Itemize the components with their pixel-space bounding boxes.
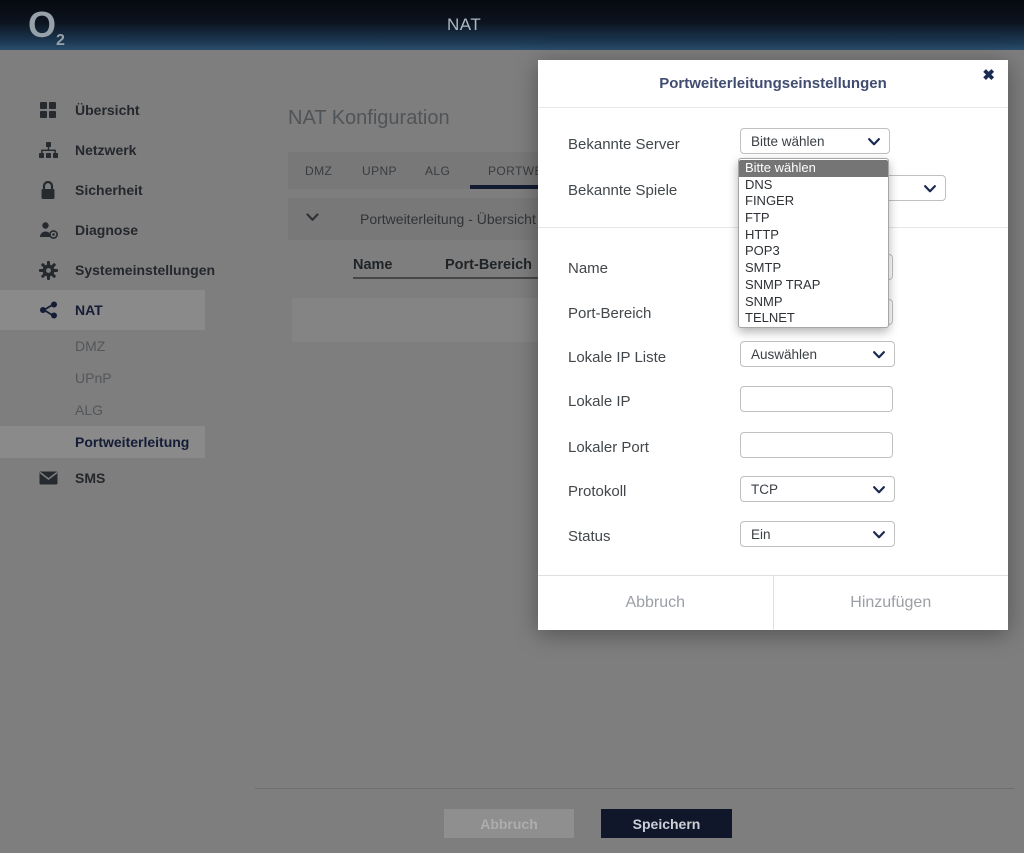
known-games-label: Bekannte Spiele <box>568 182 677 199</box>
page-title: NAT Konfiguration <box>288 107 450 130</box>
page-footer-divider <box>255 788 1014 789</box>
sidebar-item-label: Sicherheit <box>75 182 143 198</box>
port-range-label: Port-Bereich <box>568 305 651 322</box>
dropdown-option-snmp[interactable]: SNMP <box>739 294 888 311</box>
local-ip-list-select[interactable]: Auswählen <box>740 341 895 367</box>
local-ip-input[interactable] <box>740 386 893 412</box>
status-select[interactable]: Ein <box>740 521 895 547</box>
sidebar-subitem-dmz[interactable]: DMZ <box>0 330 205 362</box>
sidebar-item-label: Netzwerk <box>75 142 136 158</box>
chevron-down-icon <box>873 531 885 539</box>
name-label: Name <box>568 260 608 277</box>
grid-icon <box>38 100 58 120</box>
table-header-port-bereich: Port-Bereich <box>445 257 532 273</box>
page-header-title: NAT <box>447 15 481 35</box>
known-server-dropdown-list: Bitte wählen DNS FINGER FTP HTTP POP3 SM… <box>738 158 889 328</box>
modal-header-divider <box>538 107 1008 108</box>
app-header: O2 NAT <box>0 0 1024 50</box>
sidebar-subitem-label: UPnP <box>75 370 112 386</box>
sidebar-subitem-upnp[interactable]: UPnP <box>0 362 205 394</box>
dropdown-option-telnet[interactable]: TELNET <box>739 310 888 327</box>
protocol-select[interactable]: TCP <box>740 476 895 502</box>
known-server-select[interactable]: Bitte wählen <box>740 128 890 154</box>
page-save-button[interactable]: Speichern <box>601 809 732 838</box>
tab-upnp[interactable]: UPNP <box>362 152 397 189</box>
local-ip-list-label: Lokale IP Liste <box>568 349 666 366</box>
known-server-label: Bekannte Server <box>568 136 680 153</box>
chevron-down-icon <box>873 351 885 359</box>
local-ip-list-value: Auswählen <box>751 347 817 362</box>
modal-footer: Abbruch Hinzufügen <box>538 575 1008 630</box>
sidebar-item-nat[interactable]: NAT <box>0 290 205 330</box>
dropdown-option-finger[interactable]: FINGER <box>739 193 888 210</box>
modal-title: Portweiterleitungseinstellungen <box>538 75 1008 92</box>
dropdown-option-ftp[interactable]: FTP <box>739 210 888 227</box>
gear-icon <box>38 260 58 280</box>
sidebar-item-systemeinstellungen[interactable]: Systemeinstellungen <box>0 250 205 290</box>
dropdown-option-pop3[interactable]: POP3 <box>739 243 888 260</box>
sidebar-item-sms[interactable]: SMS <box>0 458 205 498</box>
known-server-value: Bitte wählen <box>751 134 825 149</box>
mail-icon <box>38 468 58 488</box>
sidebar-subitem-label: Portweiterleitung <box>75 434 189 450</box>
o2-logo: O2 <box>28 2 65 64</box>
sidebar-item-label: Diagnose <box>75 222 138 238</box>
chevron-down-icon <box>868 138 880 146</box>
local-port-input[interactable] <box>740 432 893 458</box>
network-icon <box>38 140 58 160</box>
dropdown-option-http[interactable]: HTTP <box>739 227 888 244</box>
sidebar-item-uebersicht[interactable]: Übersicht <box>0 90 205 130</box>
table-header-name: Name <box>353 257 393 273</box>
accordion-title: Portweiterleitung - Übersicht ( <box>360 211 544 227</box>
chevron-down-icon <box>924 185 936 193</box>
dropdown-option-snmp-trap[interactable]: SNMP TRAP <box>739 277 888 294</box>
dropdown-option-dns[interactable]: DNS <box>739 177 888 194</box>
chevron-down-icon <box>306 213 319 222</box>
page-cancel-button[interactable]: Abbruch <box>444 809 574 838</box>
dropdown-option-bitte-waehlen[interactable]: Bitte wählen <box>739 160 888 177</box>
diagnose-icon <box>38 220 58 240</box>
chevron-down-icon <box>873 486 885 494</box>
status-value: Ein <box>751 527 771 542</box>
protocol-value: TCP <box>751 482 778 497</box>
dropdown-option-smtp[interactable]: SMTP <box>739 260 888 277</box>
sidebar-item-label: NAT <box>75 302 103 318</box>
sidebar-subitem-alg[interactable]: ALG <box>0 394 205 426</box>
modal-submit-button[interactable]: Hinzufügen <box>774 576 1009 630</box>
sidebar-item-label: Übersicht <box>75 102 140 118</box>
sidebar-item-sicherheit[interactable]: Sicherheit <box>0 170 205 210</box>
sidebar-subitem-label: DMZ <box>75 338 105 354</box>
sidebar-subitem-portweiterleitung[interactable]: Portweiterleitung <box>0 426 205 458</box>
share-icon <box>38 300 58 320</box>
sidebar-item-label: SMS <box>75 470 105 486</box>
sidebar-item-diagnose[interactable]: Diagnose <box>0 210 205 250</box>
portweiterleitung-settings-modal: Portweiterleitungseinstellungen ✖ Bekann… <box>538 60 1008 630</box>
local-ip-label: Lokale IP <box>568 393 631 410</box>
o2-logo-subscript: 2 <box>56 32 65 49</box>
close-icon[interactable]: ✖ <box>982 66 995 84</box>
modal-cancel-button[interactable]: Abbruch <box>538 576 774 630</box>
sidebar-item-netzwerk[interactable]: Netzwerk <box>0 130 205 170</box>
local-port-label: Lokaler Port <box>568 439 649 456</box>
tab-dmz[interactable]: DMZ <box>305 152 332 189</box>
lock-icon <box>38 180 58 200</box>
sidebar-subitem-label: ALG <box>75 402 103 418</box>
sidebar-item-label: Systemeinstellungen <box>75 262 215 278</box>
tab-alg[interactable]: ALG <box>425 152 450 189</box>
protocol-label: Protokoll <box>568 483 626 500</box>
status-label: Status <box>568 528 611 545</box>
